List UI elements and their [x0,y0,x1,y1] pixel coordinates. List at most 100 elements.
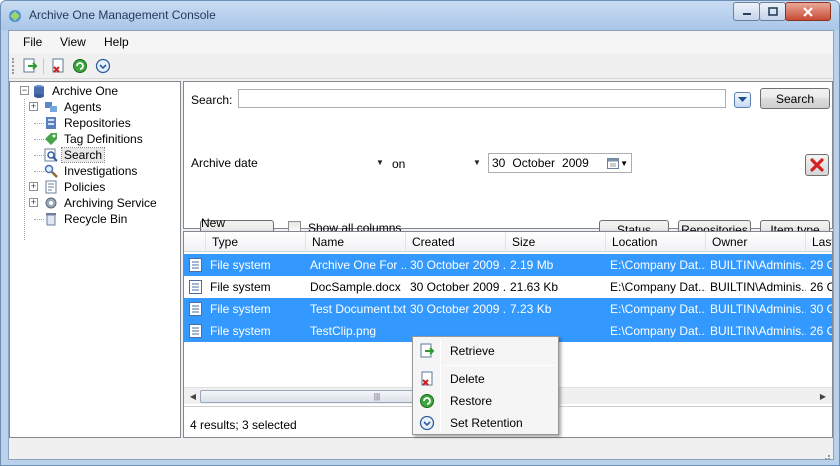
calendar-icon [607,157,620,169]
main-window: Archive One Management Console File View… [0,0,840,466]
column-header-owner[interactable]: Owner [706,232,806,252]
close-button[interactable] [785,2,831,21]
menu-item-label: Delete [450,372,485,386]
tree-label: Investigations [64,164,138,178]
scroll-left-arrow[interactable]: ◀ [186,390,200,403]
column-header-type[interactable]: Type [206,232,306,252]
context-menu-delete[interactable]: Delete [415,368,556,390]
context-menu-retrieve[interactable]: Retrieve [415,340,556,362]
date-day[interactable]: 30 [492,156,505,170]
column-header-name[interactable]: Name [306,232,406,252]
search-panel: Search: Search Archive date ▼ on ▼ 30 Oc… [183,81,833,244]
cell-size: 2.19 Mb [510,258,554,272]
table-row[interactable]: File system Test Document.txt 30 October 2… [184,298,832,320]
table-row[interactable]: File system Archive One For ... 30 October… [184,254,832,276]
tree-item-repositories[interactable]: Repositories [44,115,133,131]
cell-created: 30 October 2009 ... [410,302,506,316]
criterion-field-dropdown[interactable]: ▼ [376,158,384,167]
cell-location: E:\Company Dat... [610,280,706,294]
tree-label: Archive One [52,84,119,98]
menu-item-label: Restore [450,394,493,408]
tree-expand-agents[interactable]: + [29,102,38,111]
tree-item-agents[interactable]: Agents [44,99,103,115]
toolbar-grip[interactable] [12,58,15,74]
minimize-button[interactable] [733,2,760,21]
document-icon [189,258,202,272]
tree-item-tag-definitions[interactable]: Tag Definitions [44,131,145,147]
chevron-down-icon: ▼ [620,158,628,168]
calendar-dropdown[interactable]: ▼ [607,157,628,169]
search-label: Search: [191,93,233,107]
policy-icon [44,180,58,194]
cell-location: E:\Company Dat... [610,324,706,338]
document-icon [189,280,202,294]
search-options-dropdown[interactable] [734,92,751,108]
tree-collapse-root[interactable]: − [20,86,29,95]
menu-help[interactable]: Help [104,35,129,49]
tree-item-investigations[interactable]: Investigations [44,163,139,179]
toolbar-separator [43,58,44,74]
cell-last: 26 Oc [810,324,832,338]
search-input[interactable] [238,89,726,108]
tree-expand-archiving-service[interactable]: + [29,198,38,207]
client-area: File View Help − Archive One + Agents Re… [8,30,834,460]
criterion-field[interactable]: Archive date [191,156,258,170]
title-bar[interactable]: Archive One Management Console [1,1,839,30]
cell-type: File system [210,302,271,316]
window-title: Archive One Management Console [29,8,216,22]
cell-owner: BUILTIN\Adminis... [710,324,806,338]
tree-label: Search [60,147,106,163]
export-icon [23,58,38,73]
context-menu-set-retention[interactable]: Set Retention [415,412,556,434]
results-status: 4 results; 3 selected [190,418,297,432]
tree-item-archive-one[interactable]: Archive One [32,83,120,99]
tree-label: Repositories [64,116,131,130]
tree-label: Policies [64,180,106,194]
retention-icon [95,58,111,74]
magnifier-icon [44,164,58,178]
table-row[interactable]: File system DocSample.docx 30 October 2009… [184,276,832,298]
date-month[interactable]: October [512,156,555,170]
remove-criterion-button[interactable] [805,154,829,176]
menu-separator [443,365,556,366]
maximize-icon [767,7,778,16]
tree-label: Agents [64,100,102,114]
context-menu: Retrieve Delete Restore Set Retention [412,336,559,435]
tree-item-policies[interactable]: Policies [44,179,107,195]
date-picker[interactable]: 30 October 2009 ▼ [488,153,632,173]
cell-size: 7.23 Kb [510,302,552,316]
retention-icon [419,415,435,431]
toolbar-retention-button[interactable] [94,57,112,75]
column-header-icon[interactable] [184,232,206,252]
toolbar-retrieve-button[interactable] [21,57,39,75]
toolbar-restore-button[interactable] [71,57,89,75]
toolbar-delete-button[interactable] [49,57,67,75]
cell-name: TestClip.png [310,324,377,338]
cell-last: 26 Oc [810,280,832,294]
tree-item-recycle-bin[interactable]: Recycle Bin [44,211,129,227]
date-year[interactable]: 2009 [562,156,589,170]
app-icon [9,10,21,22]
maximize-button[interactable] [759,2,786,21]
column-header-created[interactable]: Created [406,232,506,252]
column-header-last[interactable]: Last [806,232,832,252]
chevron-down-icon [738,97,747,102]
recycle-bin-icon [44,212,58,226]
menu-view[interactable]: View [60,35,86,49]
document-icon [189,302,202,316]
column-header-location[interactable]: Location [606,232,706,252]
delete-icon [419,371,435,387]
context-menu-restore[interactable]: Restore [415,390,556,412]
tree-item-search[interactable]: Search [44,147,106,163]
scroll-right-arrow[interactable]: ▶ [816,390,830,403]
search-button[interactable]: Search [760,88,830,109]
cell-location: E:\Company Dat... [610,302,706,316]
menu-file[interactable]: File [23,35,42,49]
criterion-operator-dropdown[interactable]: ▼ [473,158,481,167]
cell-last: 29 Oc [810,258,832,272]
column-header-size[interactable]: Size [506,232,606,252]
tree-item-archiving-service[interactable]: Archiving Service [44,195,159,211]
tree-expand-policies[interactable]: + [29,182,38,191]
criterion-operator[interactable]: on [392,157,405,171]
resize-grip[interactable] [819,451,831,461]
